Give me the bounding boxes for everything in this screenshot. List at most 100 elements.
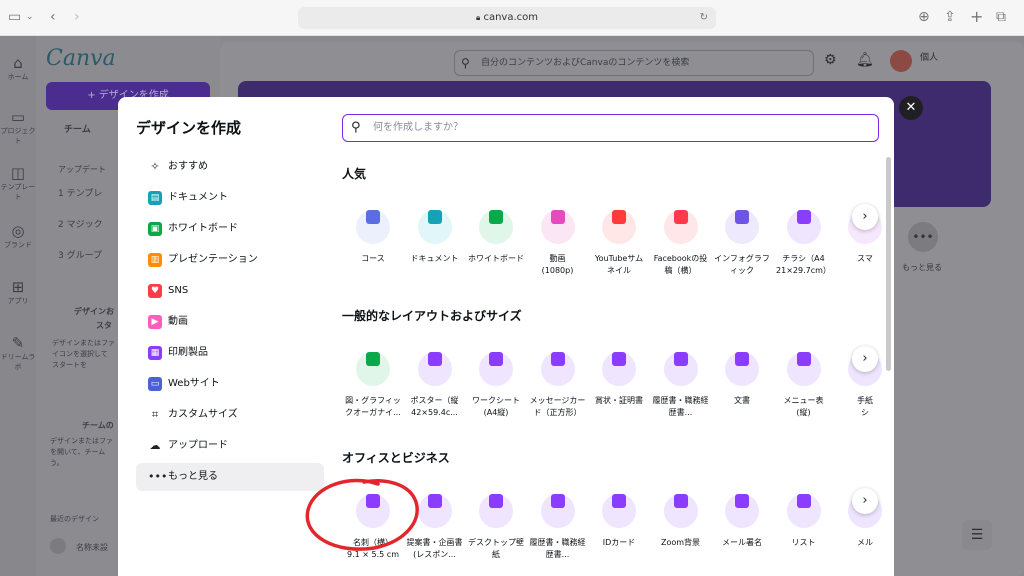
category-label: 動画 [168, 316, 188, 327]
design-type-tile[interactable]: Zoom背景 [651, 484, 711, 561]
user-name[interactable]: 個人 [920, 50, 938, 63]
category-item[interactable]: ▦ 印刷製品 [136, 339, 324, 367]
rail-dreamlab[interactable]: ✎ ドリームラボ [0, 334, 36, 372]
design-type-tile[interactable]: 動画 (1080p) [528, 200, 588, 277]
scrollbar[interactable] [886, 157, 891, 371]
category-item[interactable]: ▭ Webサイト [136, 370, 324, 398]
heart-icon: ♥ [148, 284, 162, 298]
forward-icon[interactable]: › [74, 8, 80, 26]
category-item[interactable]: ☁ アップロード [136, 432, 324, 460]
avatar[interactable] [890, 50, 912, 72]
design-glyph [427, 210, 442, 224]
design-type-tile[interactable]: メニュー表 (縦) [774, 342, 834, 419]
category-item[interactable]: ▥ プレゼンテーション [136, 246, 324, 274]
design-type-tile[interactable]: ドキュメント [405, 200, 465, 277]
rail-label: ドリームラボ [0, 353, 36, 371]
design-type-tile[interactable]: IDカード [589, 484, 649, 561]
design-type-tile[interactable]: コース [343, 200, 403, 277]
category-item[interactable]: ▣ ホワイトボード [136, 215, 324, 243]
create-design-modal: デザインを作成 ✧ おすすめ ▤ ドキュメント ▣ ホワイトボード ▥ プレゼンテーション ♥ S… [118, 97, 894, 576]
step-item[interactable]: 2 マジック [58, 217, 103, 230]
design-type-tile[interactable]: デスクトップ壁 紙 [466, 484, 526, 561]
rail-apps[interactable]: ⊞ アプリ [0, 278, 36, 306]
cloud-upload-icon: ☁ [149, 439, 161, 452]
design-search-input[interactable]: ⚲ 何を作成しますか？ [342, 114, 879, 142]
url-bar[interactable]: 🔒︎ canva.com ↻ [298, 7, 716, 29]
more-label[interactable]: もっと見る [902, 262, 942, 273]
chevron-down-icon[interactable]: ⌄ [26, 8, 34, 26]
design-type-icon [602, 210, 636, 244]
global-search-input[interactable]: ⚲ 自分のコンテンツおよびCanvaのコンテンツを検索 [454, 50, 814, 76]
step-item[interactable]: 1 テンプレ [58, 186, 102, 199]
design-type-label: 図・グラフィッ クオーガナイ... [345, 396, 401, 417]
list-view-icon[interactable]: ☰ [962, 520, 992, 550]
rail-label: プロジェクト [0, 127, 36, 145]
design-type-tile[interactable]: 履歴書・職務経 歴書... [528, 484, 588, 561]
design-type-tile[interactable]: ホワイトボード [466, 200, 526, 277]
design-type-label: 履歴書・職務経 歴書... [529, 538, 586, 559]
rail-projects[interactable]: ▭ プロジェクト [0, 108, 36, 146]
design-type-tile[interactable]: インフォグラフ ィック [712, 200, 772, 277]
reload-icon[interactable]: ↻ [700, 7, 708, 29]
bell-icon[interactable]: 🔔︎ [856, 52, 874, 68]
scroll-right-icon[interactable]: › [852, 488, 878, 514]
search-placeholder: 自分のコンテンツおよびCanvaのコンテンツを検索 [481, 58, 690, 68]
design-type-icon [725, 352, 759, 386]
design-type-icon [540, 352, 575, 386]
rail-brand[interactable]: ◎ ブランド [0, 222, 36, 250]
design-type-icon [540, 494, 575, 528]
more-dots-icon[interactable]: ••• [908, 222, 938, 252]
design-type-tile[interactable]: ワークシート (A4縦) [466, 342, 526, 419]
design-type-tile[interactable]: チラシ（A4 21×29.7cm） [774, 200, 834, 277]
design-type-icon [663, 352, 698, 386]
design-type-tile[interactable]: メッセージカー ド（正方形） [528, 342, 588, 419]
category-item[interactable]: ••• もっと見る [136, 463, 324, 491]
design-type-tile[interactable]: 文書 [712, 342, 772, 419]
design-type-tile[interactable]: 図・グラフィッ クオーガナイ... [343, 342, 403, 419]
category-item[interactable]: ⌗ カスタムサイズ [136, 401, 324, 429]
design-type-tile[interactable]: 賞状・証明書 [589, 342, 649, 419]
category-item[interactable]: ▶ 動画 [136, 308, 324, 336]
share-icon[interactable]: ⇪ [944, 8, 956, 26]
design-type-tile[interactable]: メール署名 [712, 484, 772, 561]
gear-icon[interactable]: ⚙ [824, 52, 837, 68]
design-type-tile[interactable]: ポスター（縦 42×59.4c... [405, 342, 465, 419]
download-icon[interactable]: ⊕ [918, 8, 930, 26]
category-label: ホワイトボード [168, 223, 238, 234]
scroll-right-icon[interactable]: › [852, 204, 878, 230]
team-label[interactable]: チーム [64, 122, 91, 135]
side-subheading: スタ [96, 321, 112, 330]
design-type-label: 履歴書・職務経 歴書... [652, 396, 709, 417]
scroll-right-icon[interactable]: › [852, 346, 878, 372]
category-label: もっと見る [168, 471, 218, 482]
design-type-icon [479, 352, 513, 386]
design-type-tile[interactable]: リスト [774, 484, 834, 561]
design-type-label: 動画 (1080p) [541, 254, 574, 275]
rail-home[interactable]: ⌂ ホーム [0, 54, 36, 82]
close-icon[interactable]: ✕ [899, 96, 923, 120]
category-item[interactable]: ▤ ドキュメント [136, 184, 324, 212]
design-type-label: YouTubeサム ネイル [594, 254, 644, 275]
side-description: デザインまたはファ イコンを選択して スタートを [52, 339, 115, 369]
rail-templates[interactable]: ◫ テンプレート [0, 164, 36, 202]
category-item[interactable]: ✧ おすすめ [136, 153, 324, 181]
rail-label: テンプレート [0, 183, 36, 201]
back-icon[interactable]: ‹ [50, 8, 56, 26]
tabs-overview-icon[interactable]: ⧉ [996, 8, 1006, 26]
design-glyph [550, 352, 565, 366]
design-type-tile[interactable]: YouTubeサム ネイル [589, 200, 649, 277]
design-type-label: メッセージカー ド（正方形） [529, 396, 586, 417]
design-glyph [550, 494, 565, 508]
category-label: アップロード [168, 440, 228, 451]
category-label: Webサイト [168, 378, 220, 389]
design-type-tile[interactable]: Facebookの投 稿（横） [651, 200, 711, 277]
category-item[interactable]: ♥ SNS [136, 277, 324, 305]
whiteboard-icon: ▣ [148, 222, 162, 236]
team-description: デザインまたはファ を開いて、チーム う。 [50, 437, 113, 467]
sidebar-toggle-icon[interactable]: ▭ [8, 8, 21, 26]
recent-item[interactable]: 名称未設 [76, 542, 108, 553]
step-item[interactable]: 3 グループ [58, 248, 102, 261]
section-title: 一般的なレイアウトおよびサイズ [342, 309, 522, 323]
new-tab-icon[interactable]: + [970, 8, 983, 26]
design-type-tile[interactable]: 履歴書・職務経 歴書... [651, 342, 711, 419]
